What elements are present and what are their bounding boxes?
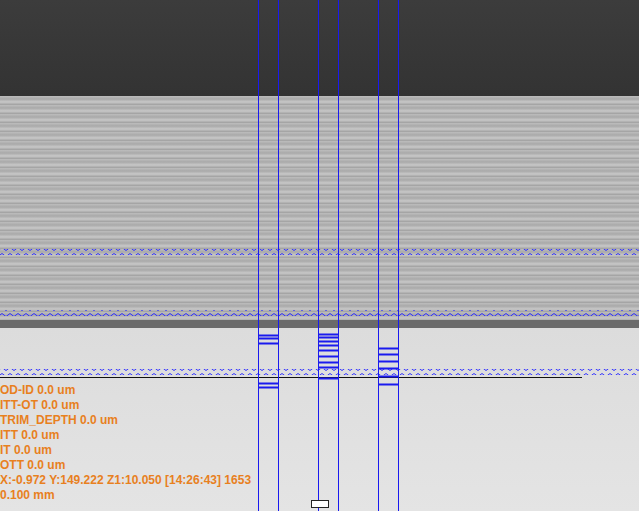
measurement-window[interactable] [378,0,399,511]
specimen-band [0,96,639,320]
specimen-edge [0,320,639,328]
edge-trace [0,310,639,316]
readout-line: ITT 0.0 um [0,428,251,443]
scale-label: 0.100 mm [0,488,251,503]
inspection-screen: OD-ID 0.0 umITT-OT 0.0 umTRIM_DEPTH 0.0 … [0,0,639,511]
measurement-window[interactable] [258,0,279,511]
measurement-window[interactable] [318,0,339,511]
readout-line: OD-ID 0.0 um [0,383,251,398]
readout-line: OTT 0.0 um [0,458,251,473]
readout-line: TRIM_DEPTH 0.0 um [0,413,251,428]
edge-trace [0,249,639,255]
background-dark [0,0,639,96]
readout-line: IT 0.0 um [0,443,251,458]
reference-line [0,377,582,378]
readout-line: ITT-OT 0.0 um [0,398,251,413]
status-line: X:-0.972 Y:149.222 Z1:10.050 [14:26:43] … [0,473,251,488]
edge-trace [0,369,639,375]
readout-panel: OD-ID 0.0 umITT-OT 0.0 umTRIM_DEPTH 0.0 … [0,383,251,503]
measurement-overlay [0,0,639,511]
scale-box [312,501,329,508]
camera-view [0,0,639,511]
